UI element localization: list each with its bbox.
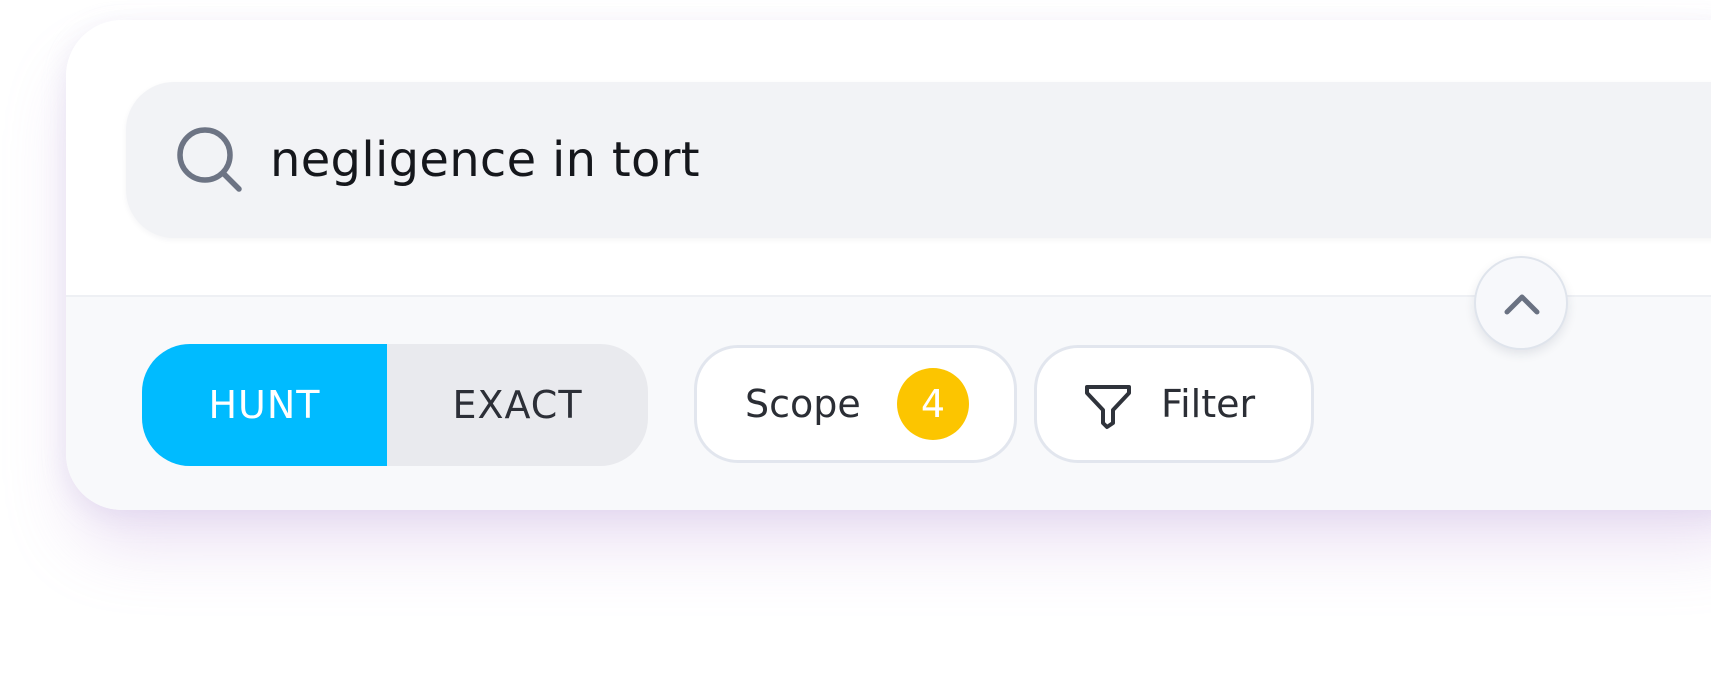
scope-button[interactable]: Scope 4 [694,345,1017,463]
chevron-up-icon [1504,294,1540,315]
funnel-icon [1085,385,1131,429]
mode-exact-label: EXACT [452,383,583,427]
search-mode-toggle[interactable]: HUNT EXACT [142,344,648,466]
collapse-button[interactable] [1474,256,1568,350]
scope-label: Scope [745,382,861,426]
filter-label: Filter [1161,382,1256,426]
filter-button[interactable]: Filter [1034,345,1314,463]
scope-count-badge: 4 [897,368,969,440]
search-input[interactable]: negligence in tort [126,82,1711,238]
search-icon [177,127,242,192]
mode-hunt-option[interactable]: HUNT [142,344,387,466]
mode-hunt-label: HUNT [208,383,321,427]
mode-exact-option[interactable]: EXACT [387,344,648,466]
search-query-text: negligence in tort [270,132,700,188]
